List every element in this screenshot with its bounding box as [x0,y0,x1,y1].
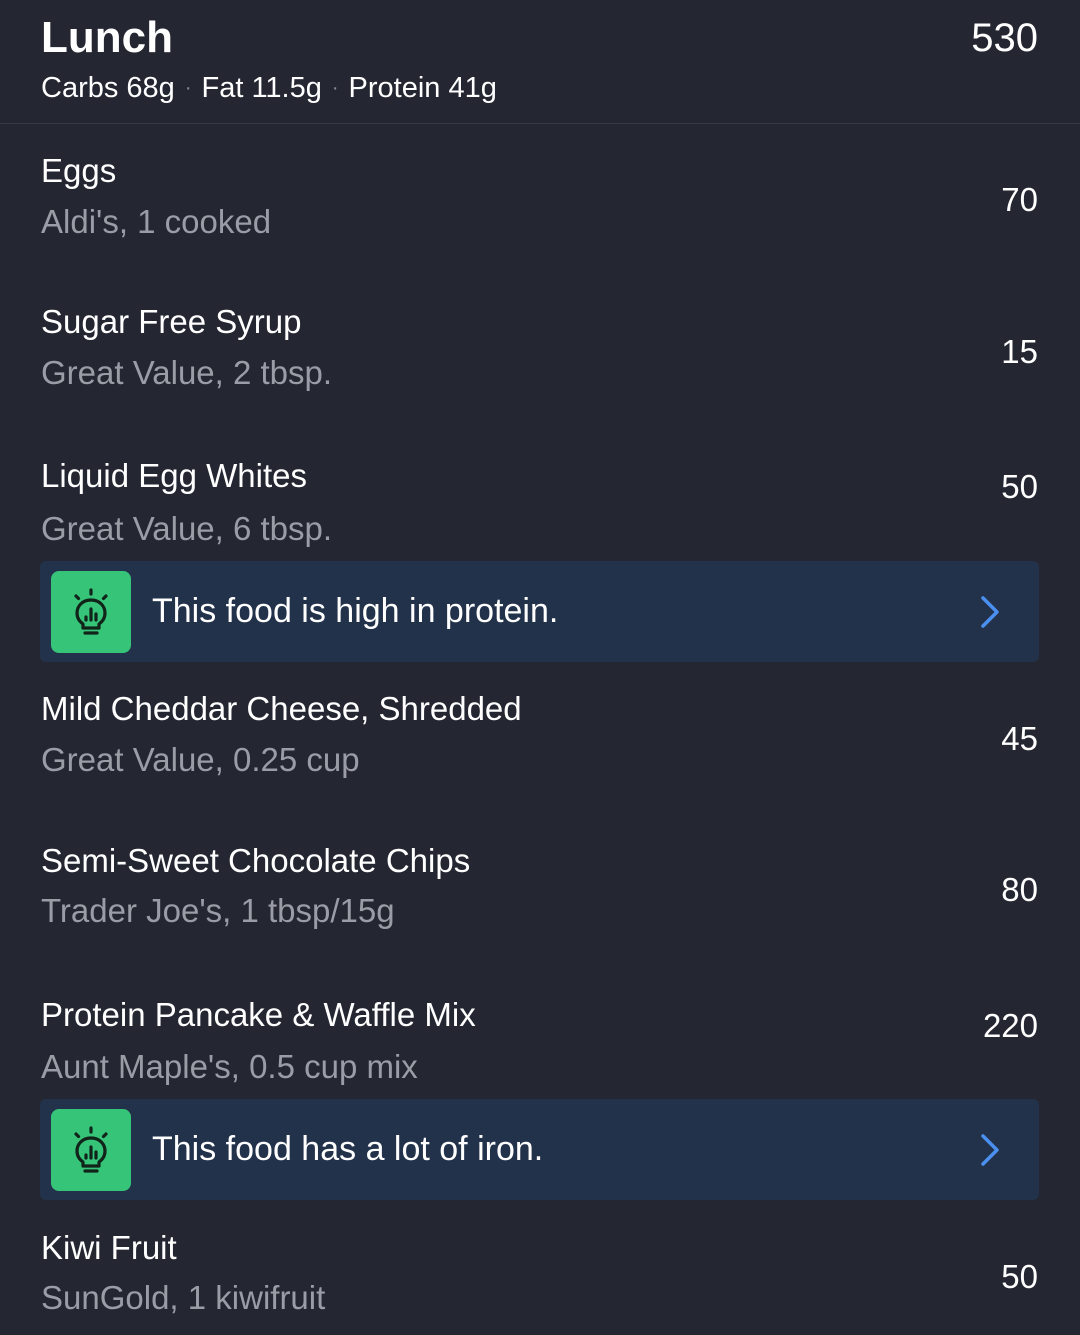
food-detail: Great Value, 0.25 cup [41,741,360,778]
food-name: Protein Pancake & Waffle Mix [41,996,476,1033]
meal-title: Lunch [41,13,173,62]
food-entry[interactable]: Kiwi Fruit SunGold, 1 kiwifruit 50 [0,1200,1080,1335]
food-entry[interactable]: Mild Cheddar Cheese, Shredded Great Valu… [0,662,1080,814]
food-detail: Trader Joe's, 1 tbsp/15g [41,892,395,929]
meal-calories: 530 [971,16,1038,60]
food-calories: 50 [1001,468,1038,505]
food-name: Mild Cheddar Cheese, Shredded [41,690,522,727]
food-calories: 80 [1001,871,1038,908]
food-calories: 45 [1001,720,1038,757]
food-detail: Great Value, 2 tbsp. [41,354,333,391]
food-entry[interactable]: Liquid Egg Whites Great Value, 6 tbsp. 5… [0,426,1080,560]
food-calories: 15 [1001,333,1038,370]
insight-text: This food is high in protein. [152,592,559,630]
food-name: Semi-Sweet Chocolate Chips [41,842,471,879]
chevron-right-icon [979,1133,1001,1172]
food-detail: SunGold, 1 kiwifruit [41,1279,326,1316]
food-calories: 220 [982,1007,1038,1044]
fat-value: Fat 11.5g [201,72,322,104]
meal-header[interactable]: Lunch 530 Carbs 68g · Fat 11.5g · Protein 41… [0,0,1080,124]
food-entry[interactable]: Protein Pancake & Waffle Mix Aunt Maple'… [0,966,1080,1098]
food-calories: 50 [1001,1258,1038,1295]
lightbulb-icon [51,1109,131,1191]
lightbulb-icon [51,571,131,653]
food-detail: Great Value, 6 tbsp. [41,510,333,547]
food-name: Eggs [41,152,117,189]
insight-text: This food has a lot of iron. [152,1130,544,1168]
insight-banner-protein[interactable]: This food is high in protein. [40,561,1039,662]
macro-separator: · [331,77,339,99]
food-entry[interactable]: Sugar Free Syrup Great Value, 2 tbsp. 15 [0,274,1080,426]
food-name: Kiwi Fruit [41,1229,177,1266]
macro-separator: · [184,77,192,99]
chevron-right-icon [979,595,1001,634]
protein-value: Protein 41g [348,72,497,104]
insight-banner-iron[interactable]: This food has a lot of iron. [40,1099,1039,1200]
food-calories: 70 [1001,181,1038,218]
carbs-value: Carbs 68g [41,72,175,104]
macro-summary: Carbs 68g · Fat 11.5g · Protein 41g [41,70,497,109]
food-entry[interactable]: Eggs Aldi's, 1 cooked 70 [0,124,1080,274]
food-detail: Aunt Maple's, 0.5 cup mix [41,1048,418,1085]
food-entry[interactable]: Semi-Sweet Chocolate Chips Trader Joe's,… [0,814,1080,966]
food-detail: Aldi's, 1 cooked [41,203,272,240]
food-name: Sugar Free Syrup [41,303,302,340]
food-name: Liquid Egg Whites [41,457,307,494]
